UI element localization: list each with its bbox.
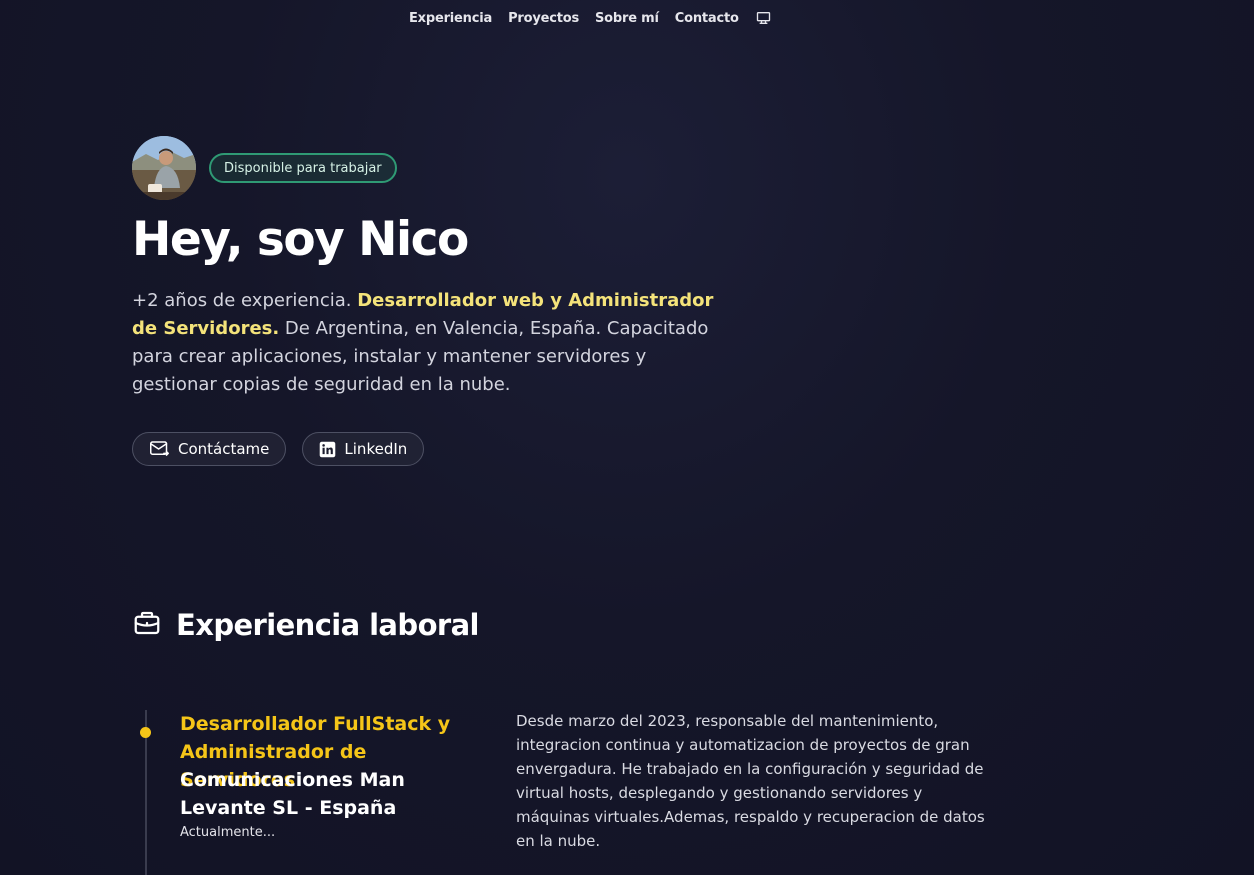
linkedin-button[interactable]: LinkedIn xyxy=(302,432,425,466)
top-nav: Experiencia Proyectos Sobre mí Contacto xyxy=(0,9,1254,29)
contact-button[interactable]: Contáctame xyxy=(132,432,287,466)
linkedin-button-label: LinkedIn xyxy=(344,440,408,458)
status-badge: Disponible para trabajar xyxy=(209,153,397,183)
briefcase-icon xyxy=(132,608,162,642)
contact-button-label: Contáctame xyxy=(178,440,270,458)
nav-link-sobre-mi[interactable]: Sobre mí xyxy=(595,11,659,26)
section-title: Experiencia laboral xyxy=(176,608,480,642)
cta-row: Contáctame LinkedIn xyxy=(132,432,425,466)
nav-links: Experiencia Proyectos Sobre mí Contacto xyxy=(409,9,773,27)
monitor-icon[interactable] xyxy=(755,9,773,27)
avatar xyxy=(132,136,196,200)
linkedin-icon xyxy=(319,441,336,458)
nav-link-proyectos[interactable]: Proyectos xyxy=(508,11,579,26)
page-title: Hey, soy Nico xyxy=(132,212,469,267)
intro-text: +2 años de experiencia. Desarrollador we… xyxy=(132,287,722,399)
job-description: Desde marzo del 2023, responsable del ma… xyxy=(516,712,985,850)
mail-icon xyxy=(149,440,170,458)
timeline-dot xyxy=(140,727,151,738)
intro-pre: +2 años de experiencia. xyxy=(132,290,358,311)
job-date: Actualmente... xyxy=(180,825,276,840)
nav-link-contacto[interactable]: Contacto xyxy=(675,11,739,26)
nav-link-experiencia[interactable]: Experiencia xyxy=(409,11,492,26)
job-company: Comunicaciones Man Levante SL - España xyxy=(180,769,405,819)
experience-heading: Experiencia laboral xyxy=(132,608,480,642)
